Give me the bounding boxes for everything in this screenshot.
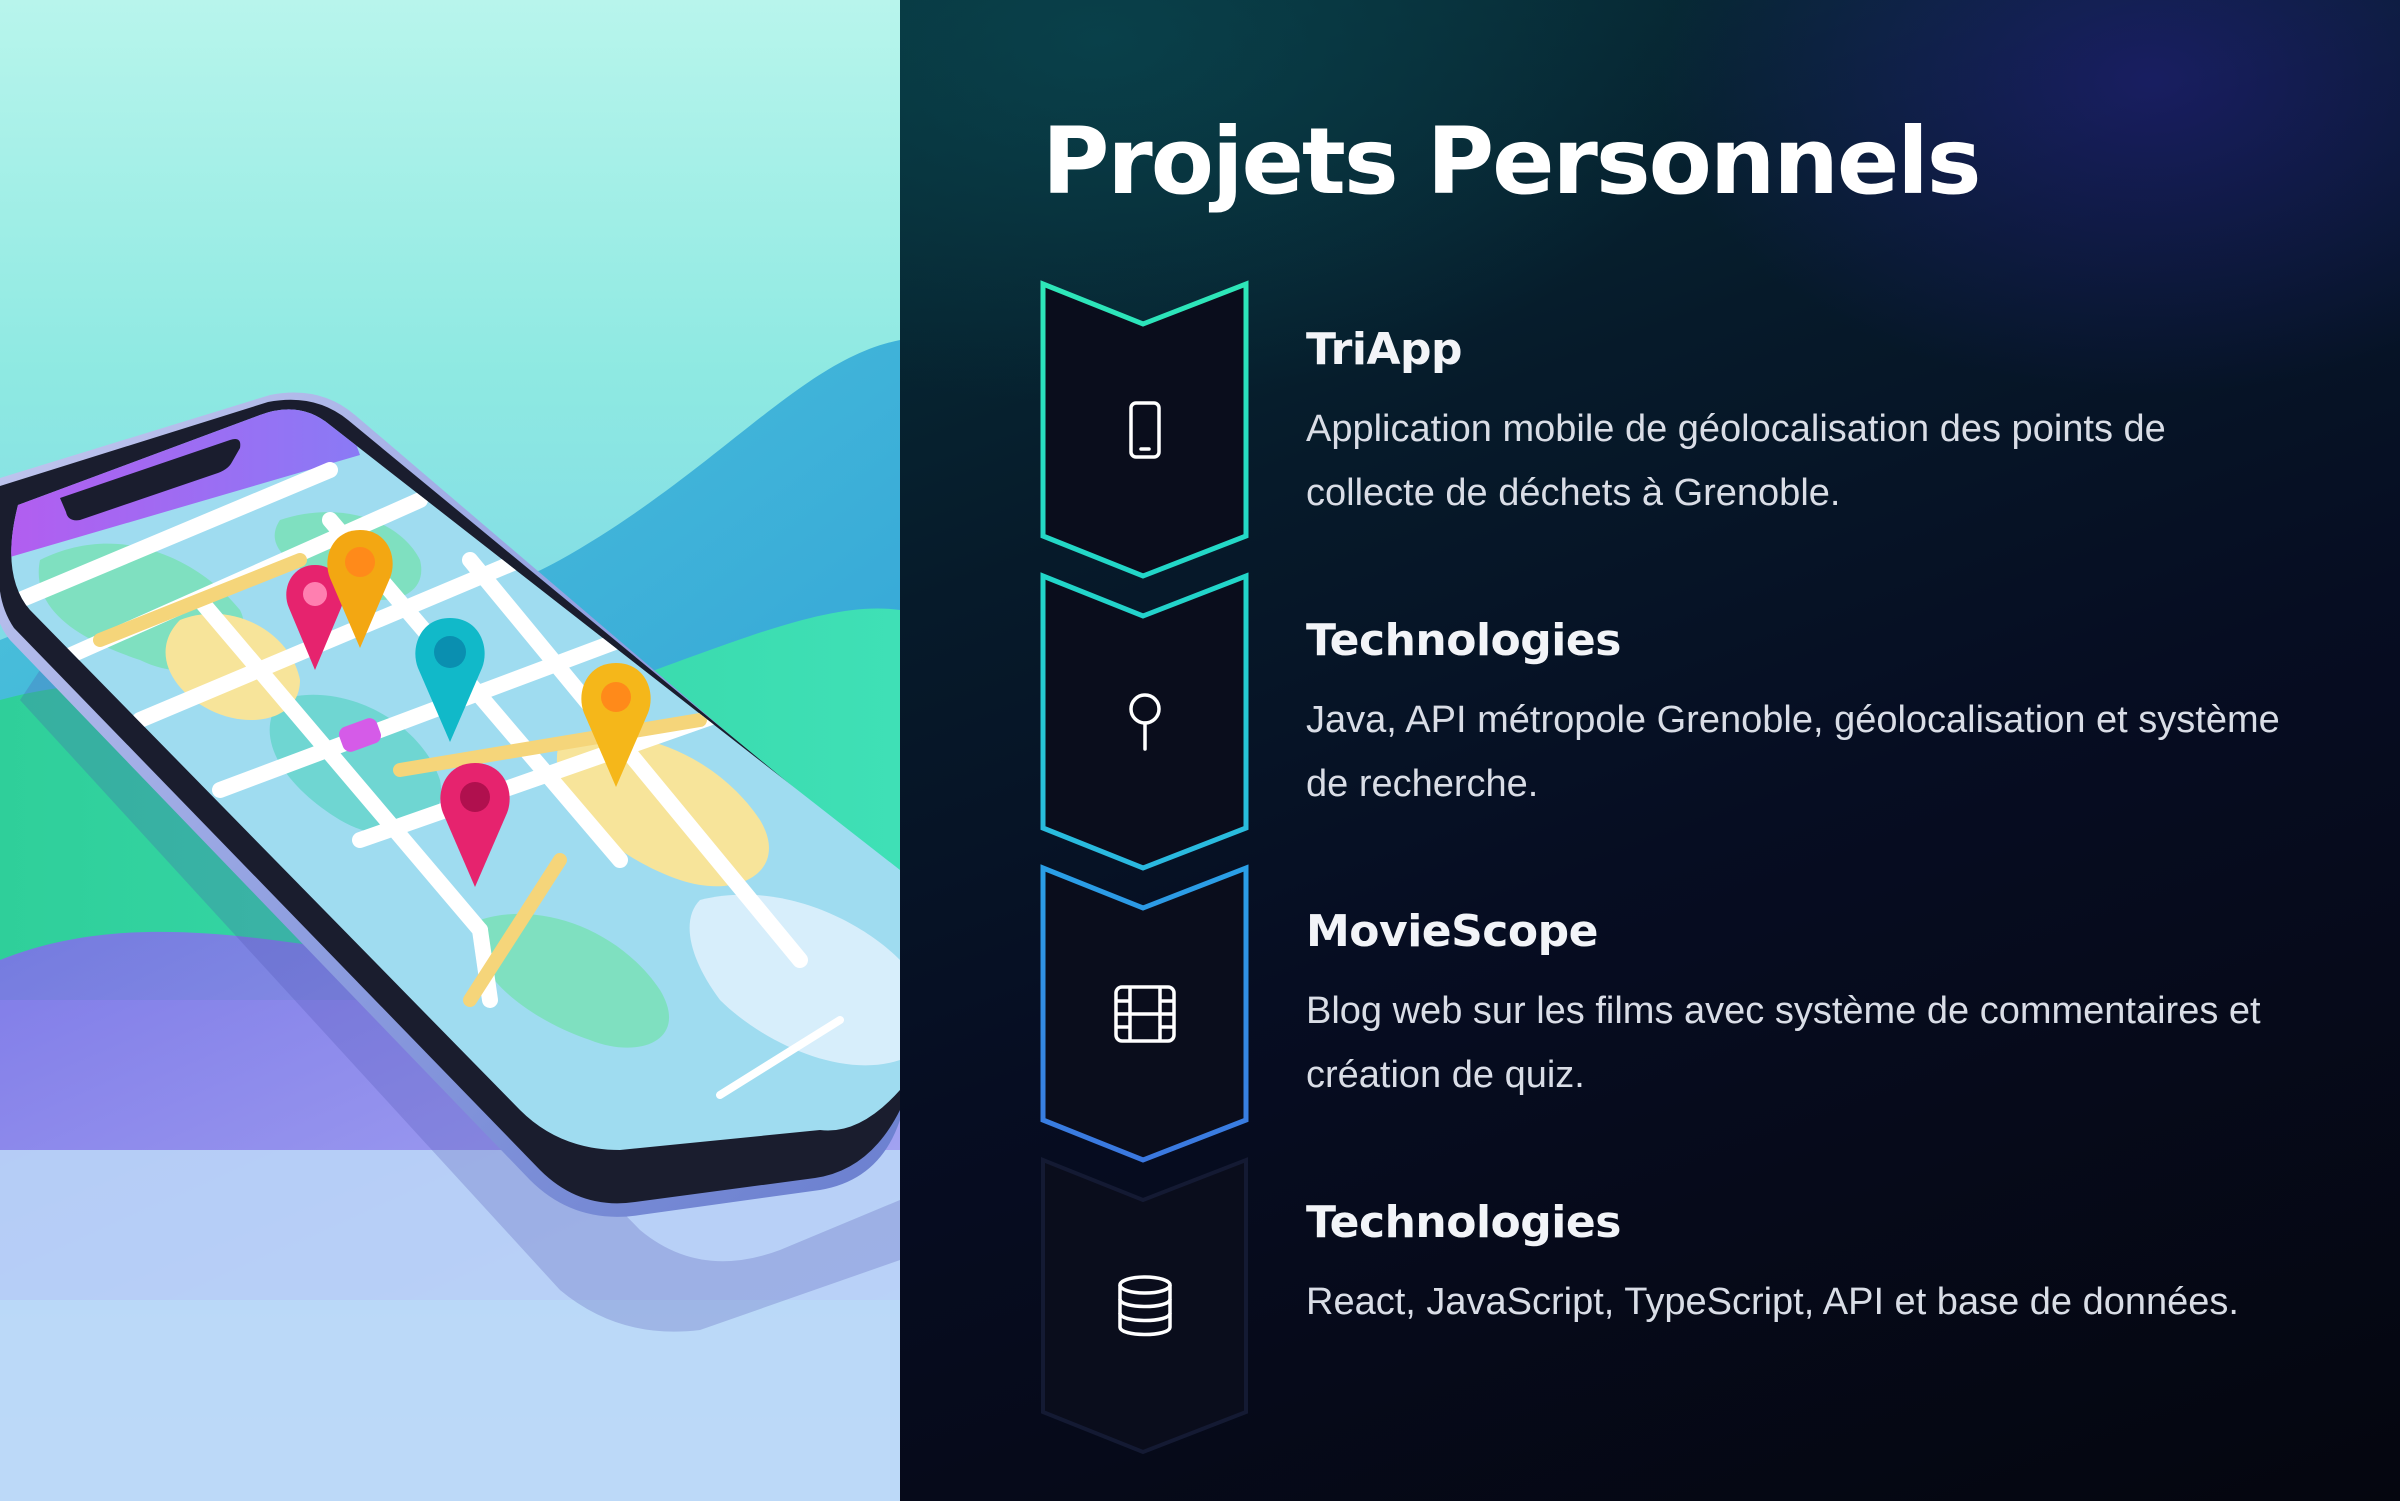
phone-map-illustration bbox=[0, 340, 900, 1501]
illustration-panel bbox=[0, 0, 900, 1501]
item-title: Technologies bbox=[1306, 615, 1621, 666]
content-panel: Projets Personnels TriApp Application mo… bbox=[900, 0, 2400, 1501]
item-description: Java, API métropole Grenoble, géolocalis… bbox=[1306, 699, 2280, 805]
map-pin-icon bbox=[1110, 687, 1180, 757]
item-description: Application mobile de géolocalisation de… bbox=[1306, 408, 2166, 514]
page-title: Projets Personnels bbox=[1042, 108, 1982, 215]
smartphone-icon bbox=[1110, 395, 1180, 465]
project-item-technologies-1: Technologies Java, API métropole Grenobl… bbox=[1306, 615, 2286, 816]
database-icon bbox=[1110, 1271, 1180, 1341]
item-title: Technologies bbox=[1306, 1197, 1621, 1248]
item-title: MovieScope bbox=[1306, 906, 1598, 957]
project-item-triapp: TriApp Application mobile de géolocalisa… bbox=[1306, 324, 2286, 525]
item-description: React, JavaScript, TypeScript, API et ba… bbox=[1306, 1281, 2239, 1323]
item-description: Blog web sur les films avec système de c… bbox=[1306, 990, 2261, 1096]
project-item-moviescope: MovieScope Blog web sur les films avec s… bbox=[1306, 906, 2286, 1107]
item-title: TriApp bbox=[1306, 324, 1463, 375]
project-item-technologies-2: Technologies React, JavaScript, TypeScri… bbox=[1306, 1197, 2286, 1334]
film-icon bbox=[1110, 979, 1180, 1049]
